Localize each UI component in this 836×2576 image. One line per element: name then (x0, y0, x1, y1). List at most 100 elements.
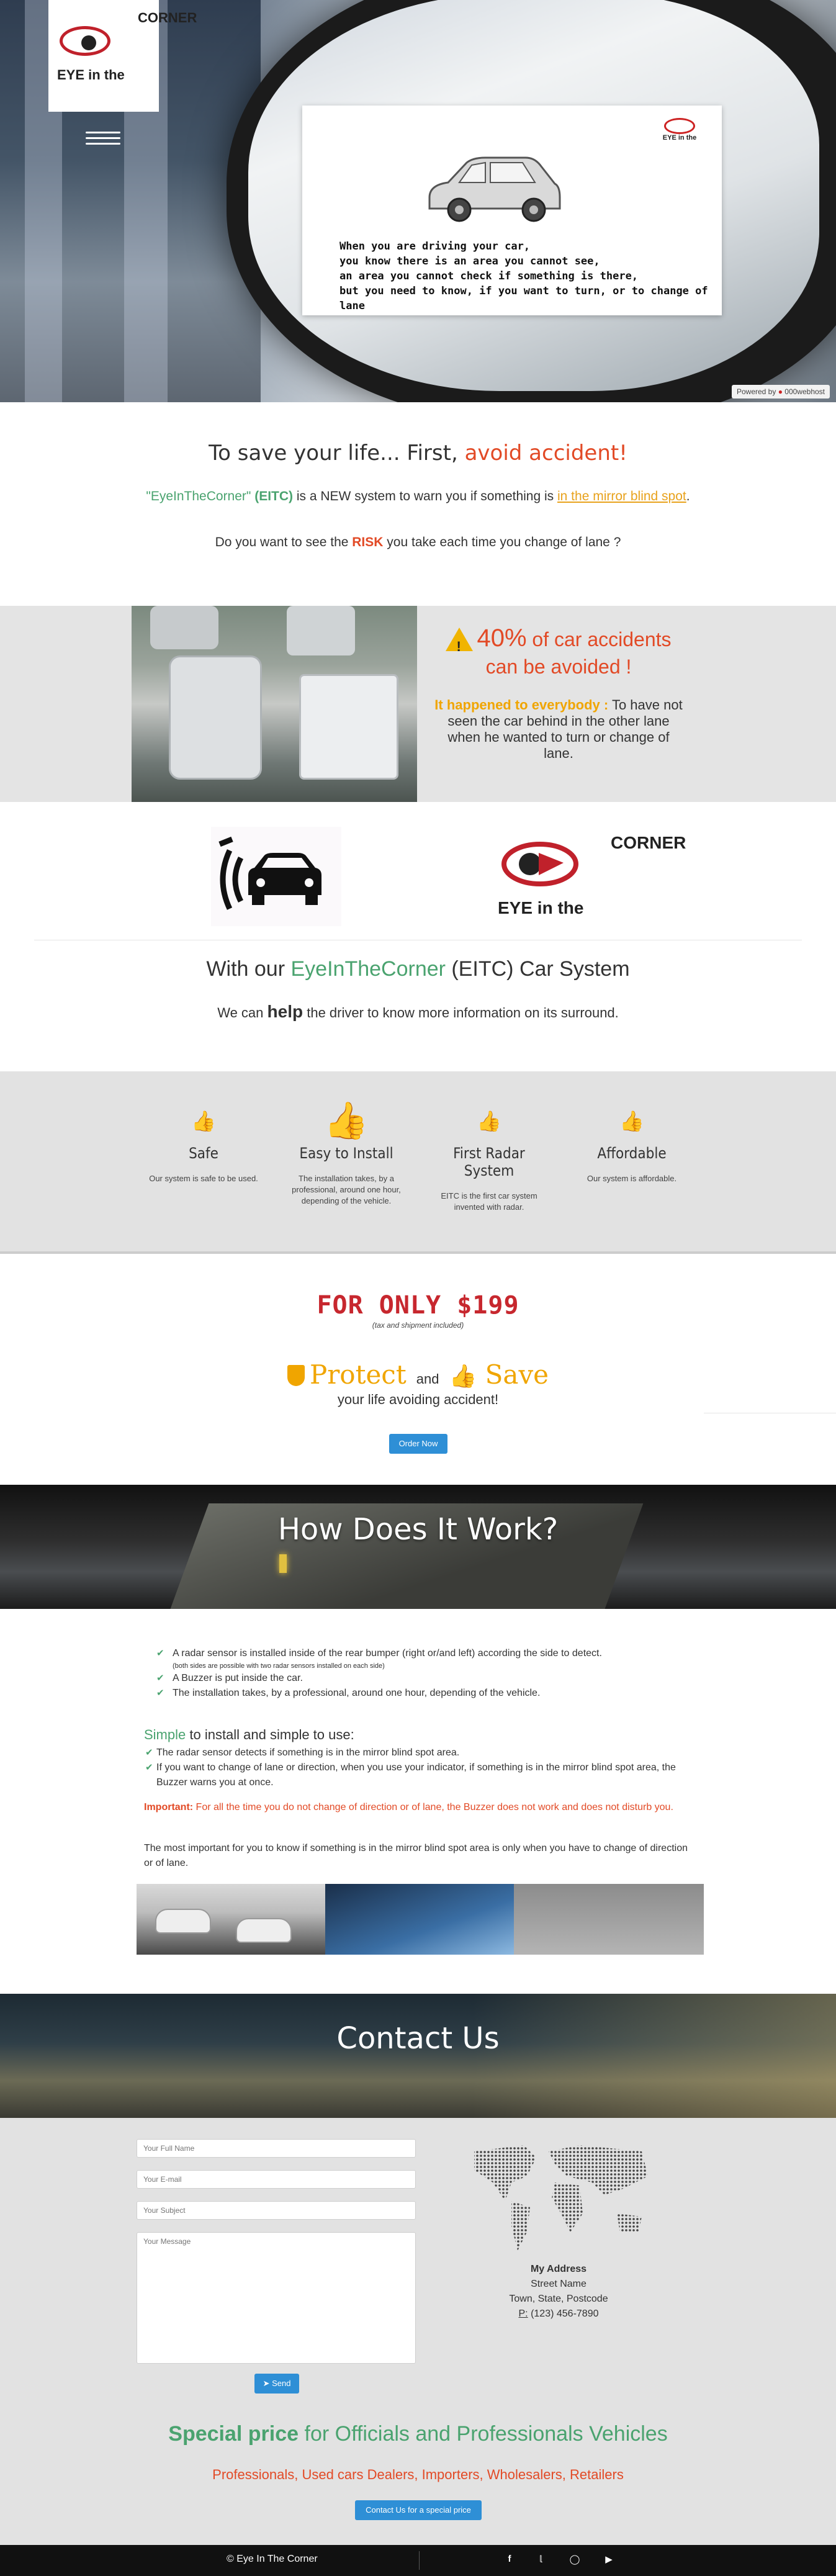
price-section: FOR ONLY $199 (tax and shipment included… (0, 1254, 836, 1485)
world-map-icon (474, 2145, 648, 2251)
blind-spot-link[interactable]: in the mirror blind spot (557, 489, 686, 503)
cars-photo (137, 1884, 325, 1955)
contact-banner: Contact Us (0, 1994, 836, 2118)
price-heading: FOR ONLY $199 (317, 1291, 519, 1320)
features-section: 👍 Safe Our system is safe to be used. 👍 … (0, 1071, 836, 1254)
feature-affordable: 👍 Affordable Our system is affordable. (576, 1102, 688, 1184)
host-logo-icon: ● (778, 387, 783, 396)
radar-car-icon (211, 827, 341, 926)
price-tax-note: (tax and shipment included) (372, 1321, 464, 1330)
stats-section: ! 40% of car accidents can be avoided ! I… (0, 606, 836, 802)
special-price-contact-button[interactable]: Contact Us for a special price (355, 2500, 482, 2520)
contact-section: ➤ Send My Address Street Name Town, Stat… (0, 2118, 836, 2545)
send-icon: ➤ (263, 2379, 270, 2388)
intro-title: To save your life... First, avoid accide… (209, 441, 627, 466)
address-street: Street Name (531, 2279, 587, 2289)
logo-corner-text: CORNER (138, 11, 197, 25)
copyright-text: © Eye In The Corner (227, 2554, 318, 2564)
radar-zone-photo (325, 1884, 514, 1955)
radar-illustration-strip (137, 1884, 704, 1955)
professionals-text: Professionals, Used cars Dealers, Import… (212, 2467, 624, 2482)
feature-easy-install: 👍 Easy to Install The installation takes… (290, 1102, 402, 1207)
feature-title: Safe (189, 1145, 218, 1162)
list-item: A Buzzer is put inside the car. (155, 1671, 689, 1686)
send-button[interactable]: ➤ Send (254, 2374, 299, 2394)
thumbs-up-icon: 👍 (191, 1110, 216, 1132)
footer: © Eye In The Corner f 𝕝 ◯ ▶ (0, 2545, 836, 2576)
address-phone: P: (123) 456-7890 (518, 2308, 599, 2319)
important-note: Important: For all the time you do not c… (144, 1802, 673, 1813)
feature-desc: Our system is safe to be used. (149, 1174, 258, 1183)
special-price-heading: Special price for Officials and Professi… (168, 2422, 668, 2446)
message-input[interactable] (137, 2232, 416, 2364)
mini-logo: EYE in the (655, 118, 704, 142)
stats-text: ! 40% of car accidents can be avoided ! I… (434, 624, 683, 761)
warning-icon: ! (446, 628, 474, 654)
intro-risk-question: Do you want to see the RISK you take eac… (215, 535, 621, 549)
menu-toggle-icon[interactable] (86, 128, 120, 148)
feature-title: First Radar System (453, 1145, 525, 1179)
hero-mirror-card: EYE in the When you are driving your car… (302, 106, 722, 315)
instagram-icon[interactable]: ◯ (568, 2554, 582, 2565)
eye-logo-icon (60, 26, 110, 56)
intro-description: "EyeInTheCorner" (EITC) is a NEW system … (146, 489, 690, 503)
radar-diagram-photo (514, 1884, 704, 1955)
how-banner: How Does It Work? (0, 1485, 836, 1609)
car-illustration-icon (428, 156, 561, 222)
system-logo-eye-text: EYE in the (498, 898, 583, 917)
eye-logo-icon (664, 118, 695, 134)
list-item: A radar sensor is installed inside of th… (155, 1646, 689, 1661)
system-description: We can help the driver to know more info… (217, 1002, 619, 1021)
facebook-icon[interactable]: f (503, 2554, 516, 2564)
hero-section: EYE in the When you are driving your car… (0, 0, 836, 402)
feature-safe: 👍 Safe Our system is safe to be used. (148, 1102, 259, 1184)
thumbs-up-icon: 👍 (323, 1101, 369, 1141)
system-logo-corner-text: CORNER (611, 833, 686, 852)
subject-input[interactable] (137, 2201, 416, 2220)
youtube-icon[interactable]: ▶ (602, 2554, 616, 2565)
shield-icon (287, 1365, 305, 1386)
how-section: A radar sensor is installed inside of th… (0, 1609, 836, 1994)
brand-name: "EyeInTheCorner" (146, 489, 251, 503)
list-item: The installation takes, by a professiona… (155, 1686, 689, 1701)
simple-heading: Simple to install and simple to use: (144, 1727, 354, 1742)
divider (419, 2551, 420, 2570)
list-item: The radar sensor detects if something is… (144, 1745, 690, 1760)
feature-desc: The installation takes, by a professiona… (292, 1174, 401, 1205)
mini-logo-text: EYE in the (662, 134, 697, 142)
stat-subtitle: can be avoided ! (485, 655, 632, 678)
most-important-text: The most important for you to know if so… (144, 1843, 688, 1868)
feature-first-radar: 👍 First Radar System EITC is the first c… (433, 1102, 545, 1213)
list-item: If you want to change of lane or directi… (144, 1760, 690, 1790)
stat-percent: 40% (477, 624, 527, 652)
logo-eye-text: EYE in the (57, 67, 125, 83)
traffic-photo (132, 606, 417, 802)
feature-title: Affordable (597, 1145, 667, 1162)
order-now-button[interactable]: Order Now (389, 1434, 447, 1454)
protect-save-line: Protect and 👍 Save (0, 1359, 836, 1390)
powered-by-badge[interactable]: Powered by ● 000webhost (731, 385, 830, 399)
how-banner-title: How Does It Work? (277, 1512, 559, 1547)
stat-body: It happened to everybody : To have not s… (434, 697, 683, 761)
address-title: My Address (530, 2264, 587, 2274)
thumbs-up-icon: 👍 (619, 1110, 644, 1132)
list-note: (both sides are possible with two radar … (173, 1662, 385, 1670)
system-section: EYE in the CORNER With our EyeInTheCorne… (0, 802, 836, 1071)
name-input[interactable] (137, 2139, 416, 2158)
hero-card-text: When you are driving your car, you know … (339, 240, 708, 312)
price-life-text: your life avoiding accident! (337, 1392, 499, 1407)
brand-abbrev: (EITC) (254, 489, 294, 503)
site-logo[interactable]: EYE in the CORNER (48, 0, 197, 112)
install-list: A radar sensor is installed inside of th… (155, 1646, 689, 1701)
email-input[interactable] (137, 2170, 416, 2189)
system-heading: With our EyeInTheCorner (EITC) Car Syste… (206, 957, 630, 981)
thumbs-up-icon: 👍 (449, 1364, 477, 1389)
feature-title: Easy to Install (299, 1145, 393, 1162)
system-logo: EYE in the CORNER (495, 828, 686, 940)
twitter-icon[interactable]: 𝕝 (534, 2554, 547, 2565)
intro-section: To save your life... First, avoid accide… (0, 402, 836, 606)
powered-label: Powered by (736, 387, 776, 396)
feature-desc: EITC is the first car system invented wi… (441, 1191, 537, 1212)
contact-banner-title: Contact Us (336, 2021, 500, 2056)
feature-desc: Our system is affordable. (587, 1174, 677, 1183)
